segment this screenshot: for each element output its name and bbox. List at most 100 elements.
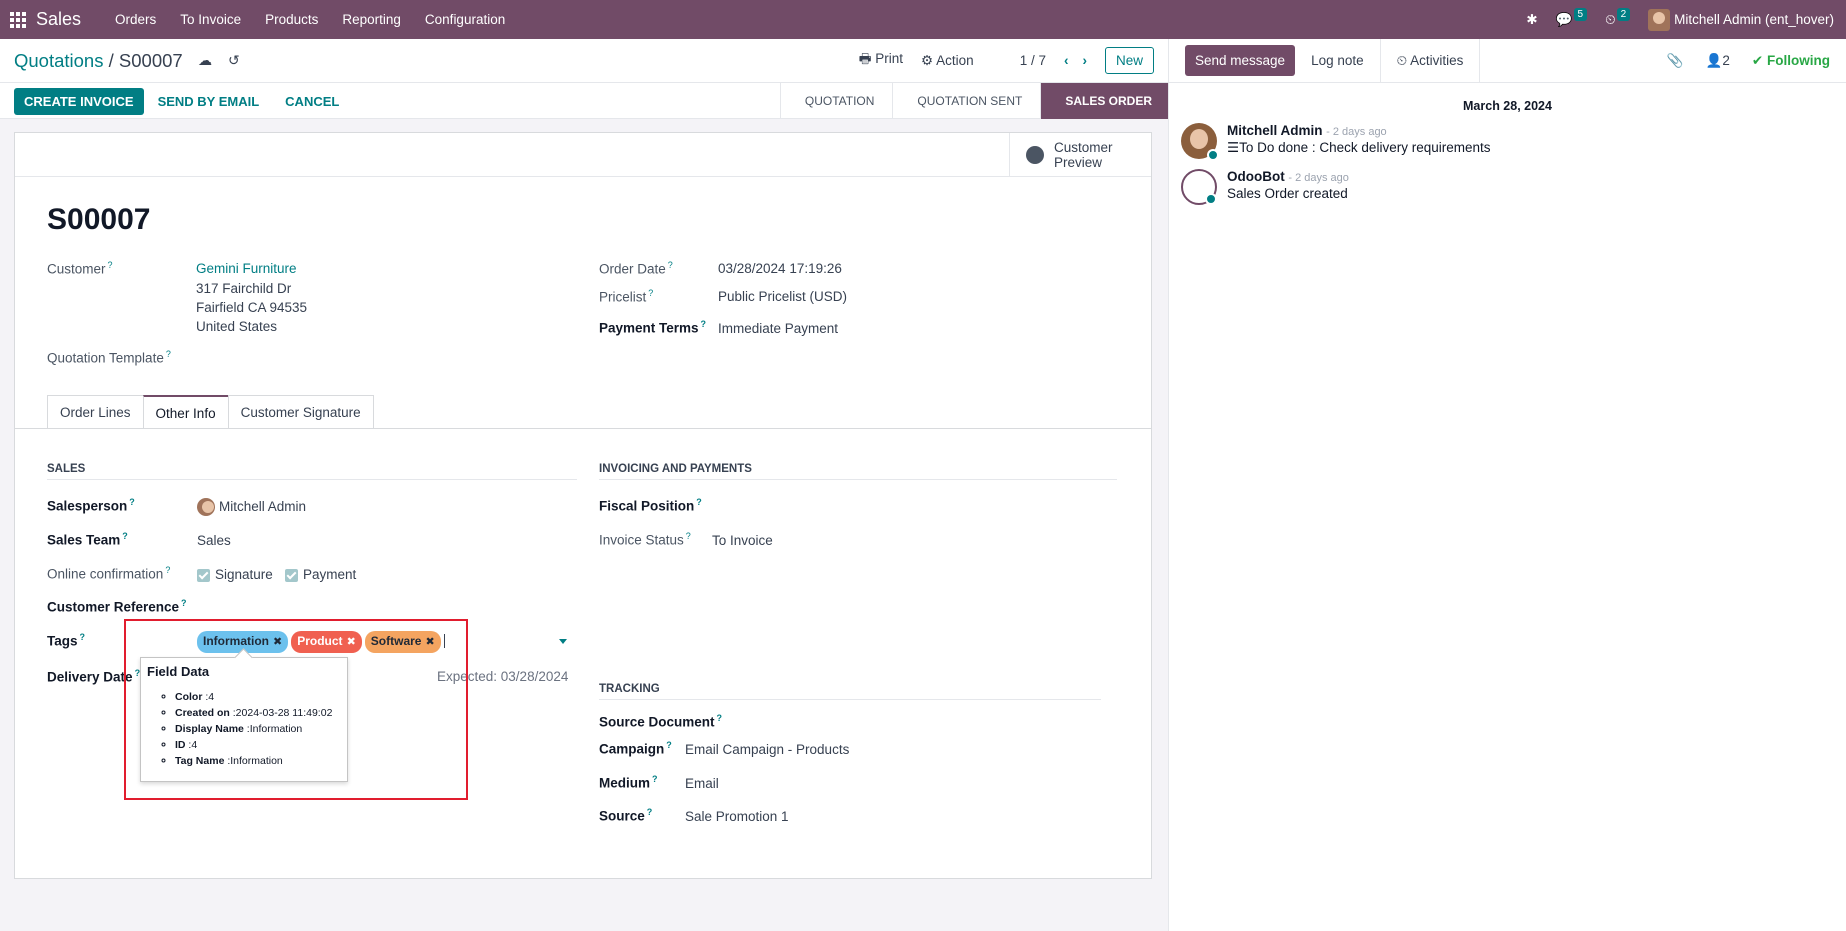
new-button[interactable]: New — [1104, 47, 1154, 74]
messages-count-badge: 5 — [1573, 8, 1588, 21]
send-by-email-button[interactable]: Send by Email — [146, 88, 272, 115]
record-status-icons: ☁ ↺ — [198, 52, 240, 69]
medium-label: Medium? — [599, 774, 658, 791]
menu-orders[interactable]: Orders — [103, 0, 168, 39]
help-icon[interactable]: ? — [686, 531, 691, 541]
pager-value[interactable]: 1 / 7 — [1020, 53, 1046, 68]
menu-configuration[interactable]: Configuration — [413, 0, 517, 39]
signature-checkbox[interactable]: Signature — [197, 565, 273, 584]
cloud-save-icon[interactable]: ☁ — [198, 52, 212, 69]
pager-previous-icon[interactable]: ‹ — [1064, 53, 1069, 68]
customer-address-line1: 317 Fairchild Dr — [196, 281, 292, 296]
campaign-label: Campaign? — [599, 740, 672, 757]
send-message-button[interactable]: Send message — [1185, 45, 1296, 76]
notebook-tabs: Order Lines Other Info Customer Signatur… — [47, 395, 374, 429]
salesperson-field[interactable]: Mitchell Admin — [197, 497, 306, 516]
campaign-value[interactable]: Email Campaign - Products — [685, 740, 849, 759]
menu-reporting[interactable]: Reporting — [330, 0, 413, 39]
log-note-button[interactable]: Log note — [1295, 39, 1380, 83]
clock-icon: ⏲ — [1396, 52, 1408, 68]
message-author[interactable]: Mitchell Admin — [1227, 123, 1323, 138]
help-icon[interactable]: ? — [122, 531, 128, 541]
source-document-label: Source Document? — [599, 713, 723, 730]
chatter-message: Mitchell Admin - 2 days ago ☰To Do done … — [1181, 123, 1846, 161]
menu-to-invoice[interactable]: To Invoice — [168, 0, 253, 39]
record-title: S00007 — [47, 203, 151, 236]
help-icon[interactable]: ? — [648, 288, 653, 298]
app-brand[interactable]: Sales — [36, 9, 81, 30]
help-icon[interactable]: ? — [696, 497, 702, 507]
source-value[interactable]: Sale Promotion 1 — [685, 807, 789, 826]
tags-label: Tags? — [47, 632, 86, 649]
message-author[interactable]: OdooBot — [1227, 169, 1285, 184]
stage-quotation-sent[interactable]: Quotation Sent — [892, 83, 1040, 119]
sales-team-value[interactable]: Sales — [197, 531, 231, 550]
breadcrumb-quotations[interactable]: Quotations — [14, 50, 103, 71]
source-label: Source? — [599, 807, 653, 824]
help-icon[interactable]: ? — [129, 497, 135, 507]
action-label: Action — [936, 52, 974, 68]
tooltip-row: Created on :2024-03-28 11:49:02 — [175, 705, 341, 721]
customer-preview-button[interactable]: Customer Preview — [1009, 133, 1151, 177]
chatter-topbar: Send message Log note ⏲ Activities 📎 👤2 … — [1169, 38, 1846, 83]
user-menu[interactable]: Mitchell Admin (ent_hover) — [1648, 8, 1834, 31]
stage-quotation[interactable]: Quotation — [779, 83, 893, 119]
cancel-button[interactable]: Cancel — [273, 88, 351, 115]
author-avatar[interactable] — [1181, 169, 1217, 205]
order-date-value[interactable]: 03/28/2024 17:19:26 — [718, 259, 842, 278]
date-separator: March 28, 2024 — [1463, 99, 1552, 113]
message-time: - 2 days ago — [1288, 172, 1349, 184]
menu-products[interactable]: Products — [253, 0, 330, 39]
help-icon[interactable]: ? — [647, 807, 653, 817]
help-icon[interactable]: ? — [165, 565, 170, 575]
help-icon[interactable]: ? — [701, 319, 707, 329]
messaging-button[interactable]: 💬 5 — [1555, 8, 1588, 28]
help-icon[interactable]: ? — [181, 598, 187, 608]
button-box: Customer Preview — [15, 133, 1151, 177]
discard-undo-icon[interactable]: ↺ — [228, 52, 240, 69]
payment-terms-value[interactable]: Immediate Payment — [718, 319, 838, 338]
tooltip-row: ID :4 — [175, 737, 341, 753]
paperclip-icon[interactable]: 📎 — [1667, 53, 1684, 69]
customer-name-link[interactable]: Gemini Furniture — [196, 259, 297, 278]
activities-button[interactable]: ⏲ 2 — [1605, 8, 1631, 28]
order-date-label: Order Date? — [599, 260, 673, 277]
apps-menu-icon[interactable] — [0, 0, 36, 39]
pager-arrows: ‹ › — [1064, 53, 1087, 68]
customer-address-line3: United States — [196, 319, 278, 334]
customer-label: Customer? — [47, 260, 113, 277]
debug-bug-icon[interactable]: ✱ — [1526, 12, 1537, 28]
print-button[interactable]: 🖶 Print — [859, 49, 903, 72]
chat-bubbles-icon: 💬 — [1555, 11, 1573, 27]
followers-button[interactable]: 👤2 — [1706, 53, 1730, 69]
print-label: Print — [875, 51, 904, 66]
author-avatar[interactable] — [1181, 123, 1219, 161]
help-icon[interactable]: ? — [166, 349, 171, 359]
message-body: To Do done : Check delivery requirements — [1239, 140, 1491, 155]
help-icon[interactable]: ? — [717, 713, 723, 723]
tab-other-info[interactable]: Other Info — [142, 395, 229, 429]
stage-sales-order[interactable]: Sales Order — [1040, 83, 1168, 119]
pager-next-icon[interactable]: › — [1082, 53, 1087, 68]
create-invoice-button[interactable]: Create Invoice — [14, 88, 144, 115]
activities-button[interactable]: ⏲ Activities — [1379, 38, 1481, 83]
help-icon[interactable]: ? — [666, 740, 672, 750]
tab-order-lines[interactable]: Order Lines — [47, 395, 144, 429]
tags-dropdown-caret-icon[interactable] — [559, 639, 567, 644]
medium-value[interactable]: Email — [685, 774, 719, 793]
payment-checkbox[interactable]: Payment — [285, 565, 356, 584]
help-icon[interactable]: ? — [668, 260, 673, 270]
breadcrumb-current: S00007 — [118, 50, 183, 71]
pricelist-value[interactable]: Public Pricelist (USD) — [718, 287, 847, 306]
main-menu: Orders To Invoice Products Reporting Con… — [103, 0, 517, 39]
top-navbar: Sales Orders To Invoice Products Reporti… — [0, 0, 1846, 39]
breadcrumb: Quotations / S00007 — [14, 50, 183, 72]
activities-count-badge: 2 — [1616, 8, 1631, 21]
chatter-right-actions: 📎 👤2 ✔ Following — [1667, 39, 1830, 83]
help-icon[interactable]: ? — [108, 260, 113, 270]
action-button[interactable]: ⚙ Action — [921, 53, 974, 69]
following-button[interactable]: ✔ Following — [1752, 53, 1830, 69]
tab-customer-signature[interactable]: Customer Signature — [227, 395, 374, 429]
help-icon[interactable]: ? — [80, 632, 86, 642]
help-icon[interactable]: ? — [652, 774, 658, 784]
